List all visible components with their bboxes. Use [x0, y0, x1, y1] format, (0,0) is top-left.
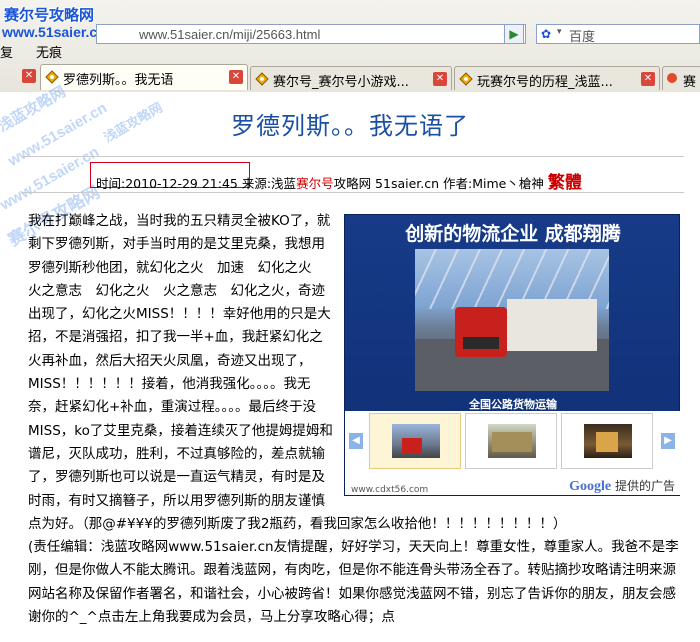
menu-item-private[interactable]: 无痕 [36, 42, 62, 61]
title-divider [22, 156, 684, 157]
search-box[interactable]: ✿ ▾ 百度 [536, 24, 700, 45]
publish-time: 2010-12-29 21:45 [125, 176, 238, 191]
address-bar[interactable]: www.51saier.cn/miji/25663.html ◆ ▾ [96, 24, 526, 44]
ad-thumbnail[interactable] [561, 413, 653, 469]
page-content: 浅蓝攻略网 www.51saier.cn 浅蓝攻略网 www.51saier.c… [0, 83, 700, 642]
tab-label: 赛尔号_赛尔号小游戏... [273, 75, 409, 90]
page-favicon-icon [255, 72, 269, 86]
ad-provided-by: 提供的广告 [614, 479, 675, 493]
ad-url[interactable]: www.cdxt56.com [351, 479, 428, 502]
search-engine-dropdown-icon[interactable]: ▾ [557, 27, 562, 37]
tab-close-button[interactable]: ✕ [433, 72, 447, 86]
tab-label: 赛 [683, 75, 697, 90]
tab-item[interactable]: 赛尔号_赛尔号小游戏... ✕ [250, 66, 452, 90]
google-ads-label[interactable]: Google 提供的广告 [569, 475, 675, 498]
ad-next-arrow-icon[interactable]: ▶ [661, 433, 675, 449]
ad-truck-image[interactable] [415, 249, 609, 391]
article-meta: 时间:2010-12-29 21:45 来源:浅蓝赛尔号攻略网 51saier.… [96, 168, 582, 193]
meta-divider [22, 192, 684, 193]
tab-strip: ✕ 罗德列斯。。我无语 ✕ 赛尔号_赛尔号小游戏... ✕ 玩赛尔号的历程_浅蓝… [0, 64, 700, 92]
source-link[interactable]: 赛尔号 [296, 176, 334, 191]
tab-label: 玩赛尔号的历程_浅蓝... [477, 75, 613, 90]
source-label: 来源:浅蓝 [241, 176, 297, 191]
site-watermark-logo: 赛尔号攻略网 [4, 7, 95, 24]
balloon-icon [667, 73, 677, 83]
search-placeholder[interactable]: 百度 [569, 26, 595, 45]
site-watermark-url: www.51saier.cn [2, 24, 106, 40]
ad-title[interactable]: 创新的物流企业 成都翔腾 [345, 223, 681, 246]
time-label: 时间: [96, 176, 126, 191]
tab-close-button[interactable]: ✕ [229, 70, 243, 84]
ad-thumbnail-strip: ◀ ▶ [345, 411, 681, 473]
ad-thumbnail[interactable] [465, 413, 557, 469]
go-button[interactable]: ▶ [504, 24, 524, 44]
page-favicon-icon [459, 72, 473, 86]
tab-item[interactable]: 赛 [662, 66, 700, 90]
editor-note: (责任编辑：浅蓝攻略网www.51saier.cn友情提醒，好好学习，天天向上！… [28, 539, 679, 626]
article-body: 创新的物流企业 成都翔腾 全国公路货物运输 ◀ ▶ www.cdxt56.com… [28, 210, 681, 629]
ad-footer: www.cdxt56.com Google 提供的广告 [345, 473, 681, 495]
tab-current[interactable]: 罗德列斯。。我无语 ✕ [40, 64, 248, 90]
address-text[interactable]: www.51saier.cn/miji/25663.html [139, 27, 320, 42]
traditional-chinese-toggle[interactable]: 繁體 [548, 173, 582, 193]
baidu-paw-icon[interactable]: ✿ [541, 27, 555, 41]
ad-banner[interactable]: 创新的物流企业 成都翔腾 全国公路货物运输 ◀ ▶ www.cdxt56.com… [344, 214, 681, 496]
tab-label: 罗德列斯。。我无语 [63, 73, 174, 88]
article-title: 罗德列斯。。我无语了 [231, 112, 469, 140]
tab-item[interactable]: 玩赛尔号的历程_浅蓝... ✕ [454, 66, 660, 90]
browser-chrome: 赛尔号攻略网 www.51saier.cn www.51saier.cn/mij… [0, 0, 700, 93]
tab-close-button[interactable]: ✕ [641, 72, 655, 86]
ad-thumbnail[interactable] [369, 413, 461, 469]
ad-prev-arrow-icon[interactable]: ◀ [349, 433, 363, 449]
google-logo: Google [569, 479, 612, 494]
tab-close-button[interactable]: ✕ [22, 69, 36, 83]
source-rest: 攻略网 51saier.cn 作者:Mime丶槍神 [333, 176, 544, 191]
menu-item-restore[interactable]: 复 [0, 42, 13, 61]
